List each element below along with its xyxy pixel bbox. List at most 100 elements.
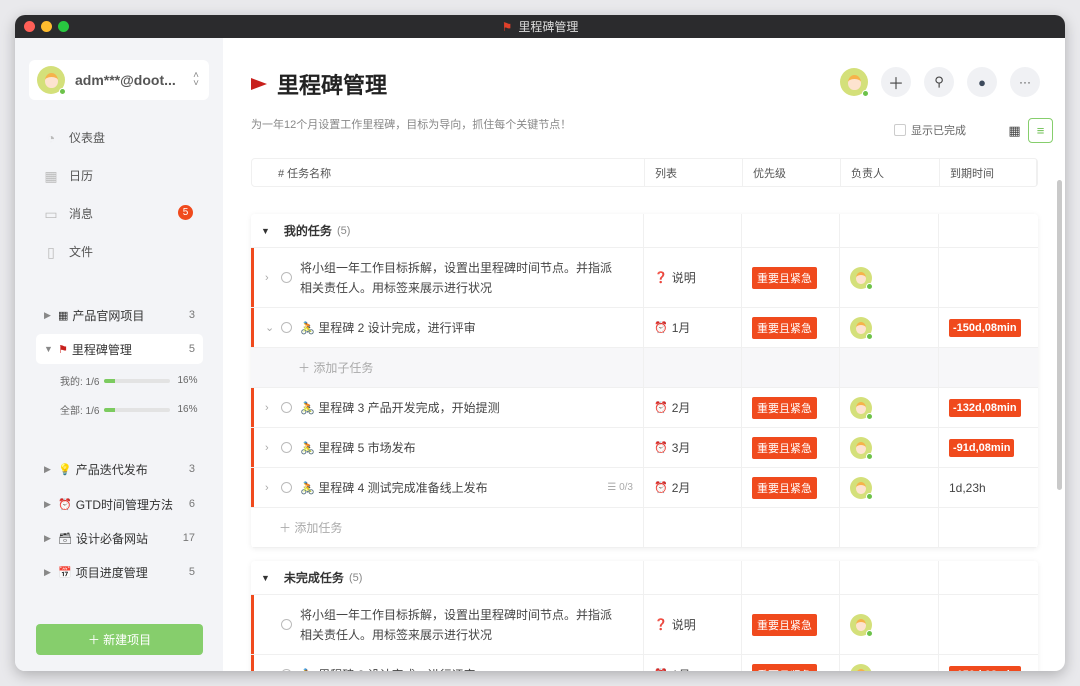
search-button[interactable]: ⚲ bbox=[924, 67, 954, 97]
project-item[interactable]: ▶ ⏰ GTD时间管理方法 6 bbox=[36, 489, 203, 519]
expand-icon[interactable]: › bbox=[265, 442, 279, 454]
complete-checkbox[interactable] bbox=[281, 619, 292, 630]
add-task-button[interactable]: ＋ 添加任务 bbox=[251, 508, 644, 547]
table-row[interactable]: › 将小组一年工作目标拆解，设置出里程碑时间节点。并指派相关责任人。用标签来展示进… bbox=[251, 248, 1038, 308]
project-item[interactable]: ▶ ▦ 产品官网项目 3 bbox=[36, 300, 203, 330]
list-cell[interactable]: ⏰ 2月 bbox=[644, 468, 742, 507]
table-row[interactable]: ⌄ 🚴 里程碑 2 设计完成，进行评审 ⏰ 1月 重要且紧急 -150d,08min bbox=[251, 308, 1038, 348]
complete-checkbox[interactable] bbox=[281, 669, 292, 671]
expand-arrow-icon[interactable]: ▶ bbox=[44, 533, 58, 544]
complete-checkbox[interactable] bbox=[281, 272, 292, 283]
list-cell[interactable]: ⏰ 2月 bbox=[644, 388, 742, 427]
due-cell[interactable] bbox=[939, 248, 1038, 307]
nav-item-0[interactable]: ◔ 仪表盘 bbox=[43, 129, 105, 146]
due-cell[interactable]: -132d,08min bbox=[939, 388, 1038, 427]
add-task-row[interactable]: ＋ 添加任务 bbox=[251, 508, 1038, 548]
assignee-cell[interactable] bbox=[840, 388, 939, 427]
nav-item-3[interactable]: ▯ 文件 bbox=[43, 243, 93, 260]
expand-icon[interactable]: › bbox=[265, 482, 279, 494]
due-cell[interactable]: -150d,08min bbox=[939, 308, 1038, 347]
column-header[interactable]: 列表 bbox=[645, 159, 743, 186]
nav-item-2[interactable]: ▭ 消息 bbox=[43, 205, 93, 222]
show-done-toggle[interactable]: 显示已完成 bbox=[894, 122, 966, 138]
complete-checkbox[interactable] bbox=[281, 402, 292, 413]
due-cell[interactable]: 1d,23h bbox=[939, 468, 1038, 507]
assignee-cell[interactable] bbox=[840, 468, 939, 507]
task-title[interactable]: 🚴 里程碑 5 市场发布 bbox=[300, 438, 416, 458]
project-item[interactable]: ▶ 💡 产品迭代发布 3 bbox=[36, 454, 203, 484]
add-button[interactable]: ＋ bbox=[881, 67, 911, 97]
task-title[interactable]: 🚴 里程碑 2 设计完成，进行评审 bbox=[300, 665, 476, 672]
due-cell[interactable] bbox=[939, 595, 1038, 654]
expand-icon[interactable]: ⌄ bbox=[265, 321, 279, 334]
column-header[interactable]: 优先级 bbox=[743, 159, 841, 186]
assignee-cell[interactable] bbox=[840, 655, 939, 671]
list-view-button[interactable]: ≡ bbox=[1028, 118, 1053, 143]
due-cell[interactable]: -91d,08min bbox=[939, 428, 1038, 467]
project-item[interactable]: ▶ 📅 项目进度管理 5 bbox=[36, 557, 203, 587]
column-header[interactable]: 到期时间 bbox=[940, 159, 1037, 186]
assignee-cell[interactable] bbox=[840, 428, 939, 467]
due-cell[interactable]: -150d,08min bbox=[939, 655, 1038, 671]
table-row[interactable]: 将小组一年工作目标拆解，设置出里程碑时间节点。并指派相关责任人。用标签来展示进行… bbox=[251, 595, 1038, 655]
priority-cell[interactable]: 重要且紧急 bbox=[742, 388, 840, 427]
project-item[interactable]: ▶ 🗃 设计必备网站 17 bbox=[36, 523, 203, 553]
user-avatar-button[interactable] bbox=[839, 67, 869, 97]
list-cell[interactable]: ⏰1月 bbox=[644, 308, 742, 347]
minimize-button[interactable] bbox=[41, 21, 52, 32]
complete-checkbox[interactable] bbox=[281, 482, 292, 493]
task-title[interactable]: 🚴 里程碑 2 设计完成，进行评审 bbox=[300, 318, 476, 338]
assignee-cell[interactable] bbox=[840, 248, 939, 307]
priority-cell[interactable]: 重要且紧急 bbox=[742, 595, 840, 654]
more-button[interactable]: ··· bbox=[1010, 67, 1040, 97]
close-button[interactable] bbox=[24, 21, 35, 32]
complete-checkbox[interactable] bbox=[281, 442, 292, 453]
expand-arrow-icon[interactable]: ▶ bbox=[44, 464, 58, 475]
list-cell[interactable]: ❓ 说明 bbox=[644, 248, 742, 307]
task-name-cell: 🚴 里程碑 2 设计完成，进行评审 bbox=[251, 655, 644, 671]
show-done-checkbox[interactable] bbox=[894, 124, 906, 136]
priority-cell[interactable]: 重要且紧急 bbox=[742, 468, 840, 507]
new-project-button[interactable]: ＋ 新建项目 bbox=[36, 624, 203, 655]
list-cell[interactable]: ⏰ 3月 bbox=[644, 428, 742, 467]
expand-arrow-icon[interactable]: ▶ bbox=[44, 499, 58, 510]
task-title[interactable]: 🚴 里程碑 4 测试完成准备线上发布 bbox=[300, 478, 488, 498]
priority-cell[interactable]: 重要且紧急 bbox=[742, 308, 840, 347]
expand-arrow-icon[interactable]: ▼ bbox=[44, 344, 58, 354]
scrollbar[interactable] bbox=[1057, 180, 1062, 490]
expand-icon[interactable]: › bbox=[265, 272, 279, 284]
priority-cell[interactable]: 重要且紧急 bbox=[742, 248, 840, 307]
expand-arrow-icon[interactable]: ▶ bbox=[44, 567, 58, 578]
complete-checkbox[interactable] bbox=[281, 322, 292, 333]
task-title[interactable]: 🚴 里程碑 3 产品开发完成，开始提测 bbox=[300, 398, 500, 418]
grid-view-button[interactable]: ▦ bbox=[1002, 118, 1027, 143]
add-subtask-row[interactable]: ＋ 添加子任务 bbox=[251, 348, 1038, 388]
table-row[interactable]: › 🚴 里程碑 5 市场发布 ⏰ 3月 重要且紧急 -91d,08min bbox=[251, 428, 1038, 468]
table-row[interactable]: › 🚴 里程碑 4 测试完成准备线上发布 ☰ 0/3 ⏰ 2月 重要且紧急 1d,23h bbox=[251, 468, 1038, 508]
task-title[interactable]: 将小组一年工作目标拆解，设置出里程碑时间节点。并指派相关责任人。用标签来展示进行… bbox=[300, 258, 620, 298]
column-header[interactable]: 负责人 bbox=[841, 159, 940, 186]
table-row[interactable]: 🚴 里程碑 2 设计完成，进行评审 ⏰ 1月 重要且紧急 -150d,08min bbox=[251, 655, 1038, 671]
nav-item-1[interactable]: ▦ 日历 bbox=[43, 167, 93, 184]
zoom-button[interactable] bbox=[58, 21, 69, 32]
assignee-cell[interactable] bbox=[840, 595, 939, 654]
project-item[interactable]: ▼ ⚑ 里程碑管理 5 bbox=[36, 334, 203, 364]
list-cell[interactable]: ❓ 说明 bbox=[644, 595, 742, 654]
expand-icon[interactable]: › bbox=[265, 402, 279, 414]
collapse-arrow-icon[interactable]: ▼ bbox=[261, 226, 270, 236]
collapse-arrow-icon[interactable]: ▼ bbox=[261, 573, 270, 583]
task-title[interactable]: 将小组一年工作目标拆解，设置出里程碑时间节点。并指派相关责任人。用标签来展示进行… bbox=[300, 605, 620, 645]
chat-button[interactable]: ● bbox=[967, 67, 997, 97]
table-row[interactable]: › 🚴 里程碑 3 产品开发完成，开始提测 ⏰ 2月 重要且紧急 -132d,08min bbox=[251, 388, 1038, 428]
priority-cell[interactable]: 重要且紧急 bbox=[742, 655, 840, 671]
priority-cell[interactable]: 重要且紧急 bbox=[742, 428, 840, 467]
column-header[interactable]: # 任务名称 bbox=[252, 159, 645, 186]
assignee-cell[interactable] bbox=[840, 308, 939, 347]
group-header[interactable]: ▼ 未完成任务 (5) bbox=[251, 561, 1038, 595]
list-cell[interactable]: ⏰1月 bbox=[644, 655, 742, 671]
add-task-button[interactable]: ＋ 添加子任务 bbox=[251, 348, 644, 387]
expand-arrow-icon[interactable]: ▶ bbox=[44, 310, 58, 321]
account-switcher[interactable]: adm***@doot... ˄ ˅ bbox=[29, 60, 209, 100]
assignee-avatar bbox=[850, 436, 873, 460]
group-header[interactable]: ▼ 我的任务 (5) bbox=[251, 214, 1038, 248]
